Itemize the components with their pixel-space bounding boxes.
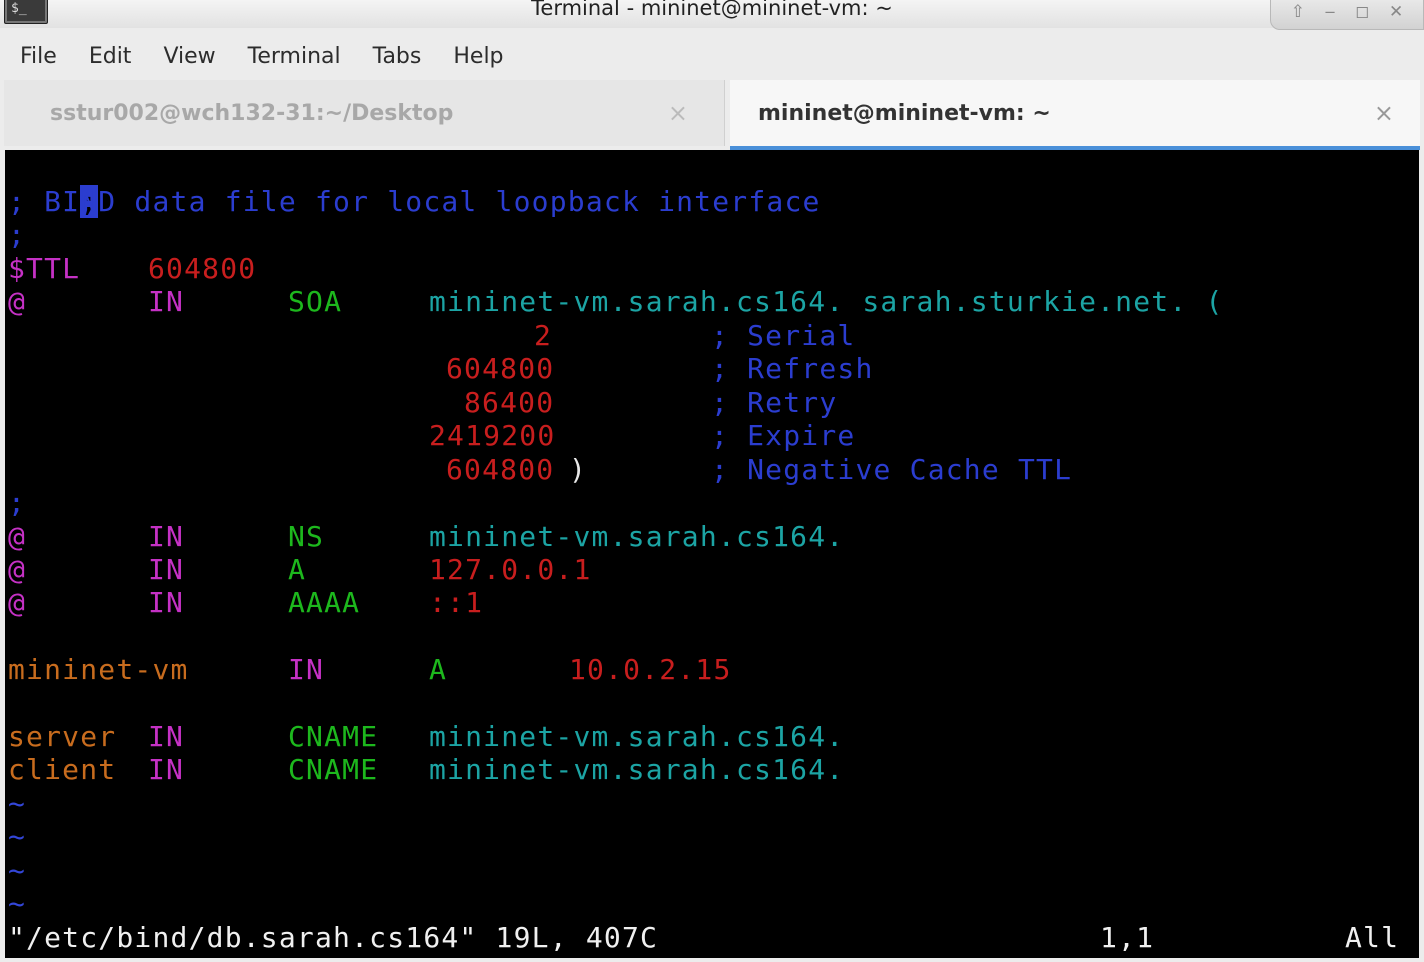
record-type: A xyxy=(429,653,448,686)
record-line: @ IN A 127.0.0.1 xyxy=(8,553,1408,586)
comment-line: ; xyxy=(8,486,27,519)
menu-view[interactable]: View xyxy=(145,44,229,69)
status-file-info: "/etc/bind/db.sarah.cs164" 19L, 407C xyxy=(8,921,659,954)
menu-edit[interactable]: Edit xyxy=(71,44,146,69)
close-tab-icon[interactable]: × xyxy=(668,99,688,127)
tab-bar: sstur002@wch132-31:~/Desktop × mininet@m… xyxy=(4,80,1420,150)
menu-terminal[interactable]: Terminal xyxy=(230,44,355,69)
record-type: NS xyxy=(288,520,325,553)
menu-help[interactable]: Help xyxy=(435,44,517,69)
soa-serial-comment: ; Serial xyxy=(711,319,856,352)
record-value: 127.0.0.1 xyxy=(429,553,592,586)
menu-file[interactable]: File xyxy=(0,44,71,69)
record-class: IN xyxy=(288,653,325,686)
menu-bar: File Edit View Terminal Tabs Help xyxy=(0,34,1424,78)
empty-line-tilde: ~ xyxy=(8,887,27,920)
soa-expire-comment: ; Expire xyxy=(711,419,856,452)
record-name: @ xyxy=(8,520,27,553)
record-name: @ xyxy=(8,553,27,586)
comment-line: ; xyxy=(8,218,27,251)
ttl-line: $TTL 604800 xyxy=(8,252,1408,285)
record-type: CNAME xyxy=(288,720,379,753)
soa-refresh-line: 604800 ; Refresh xyxy=(8,352,1408,385)
record-type: SOA xyxy=(288,285,343,318)
tab-desktop[interactable]: sstur002@wch132-31:~/Desktop × xyxy=(4,80,725,146)
maximize-icon[interactable]: ◻ xyxy=(1355,2,1369,22)
host-record-line: mininet-vm IN A 10.0.2.15 xyxy=(8,653,1408,686)
shade-up-icon[interactable]: ⇧ xyxy=(1291,2,1305,22)
record-value: mininet-vm.sarah.cs164. xyxy=(429,720,845,753)
tab-label: mininet@mininet-vm: ~ xyxy=(758,100,1051,126)
record-type: A xyxy=(288,553,307,586)
record-value: mininet-vm.sarah.cs164. sarah.sturkie.ne… xyxy=(429,285,1224,318)
soa-retry-comment: ; Retry xyxy=(711,386,838,419)
soa-close-paren: ) xyxy=(569,453,588,486)
record-class: IN xyxy=(148,720,185,753)
soa-retry-line: 86400 ; Retry xyxy=(8,386,1408,419)
cname-line: client IN CNAME mininet-vm.sarah.cs164. xyxy=(8,753,1408,786)
tab-mininet[interactable]: mininet@mininet-vm: ~ × xyxy=(730,80,1420,150)
close-tab-icon[interactable]: × xyxy=(1374,99,1394,127)
cname-line: server IN CNAME mininet-vm.sarah.cs164. xyxy=(8,720,1408,753)
record-name: server xyxy=(8,720,117,753)
soa-negative-comment: ; Negative Cache TTL xyxy=(711,453,1073,486)
record-class: IN xyxy=(148,520,185,553)
soa-serial: 2 xyxy=(534,319,553,352)
record-value: mininet-vm.sarah.cs164. xyxy=(429,753,845,786)
soa-expire: 2419200 xyxy=(429,419,556,452)
tab-label: sstur002@wch132-31:~/Desktop xyxy=(50,100,454,126)
record-class: IN xyxy=(148,753,185,786)
empty-line-tilde: ~ xyxy=(8,787,27,820)
status-scroll: All xyxy=(1345,921,1400,954)
record-line: @ IN AAAA ::1 xyxy=(8,586,1408,619)
soa-refresh-comment: ; Refresh xyxy=(711,352,874,385)
soa-retry: 86400 xyxy=(464,386,555,419)
soa-negative: 604800 xyxy=(446,453,555,486)
title-bar: $_ Terminal - mininet@mininet-vm: ~ ⇧ ‒ … xyxy=(0,0,1424,30)
record-line: @ IN NS mininet-vm.sarah.cs164. xyxy=(8,520,1408,553)
window-controls: ⇧ ‒ ◻ ✕ xyxy=(1270,0,1424,30)
close-window-icon[interactable]: ✕ xyxy=(1389,2,1403,22)
soa-serial-line: 2 ; Serial xyxy=(8,319,1408,352)
record-value: 10.0.2.15 xyxy=(569,653,732,686)
terminal-view[interactable]: ; ; BIND data file for local loopback in… xyxy=(5,150,1419,958)
record-type: AAAA xyxy=(288,586,361,619)
record-name: client xyxy=(8,753,117,786)
soa-expire-line: 2419200 ; Expire xyxy=(8,419,1408,452)
soa-line: @ IN SOA mininet-vm.sarah.cs164. sarah.s… xyxy=(8,285,1408,318)
empty-line-tilde: ~ xyxy=(8,854,27,887)
ttl-key: $TTL xyxy=(8,252,81,285)
record-name: @ xyxy=(8,586,27,619)
menu-tabs[interactable]: Tabs xyxy=(355,44,436,69)
editor-line: ; xyxy=(8,152,99,218)
status-cursor-position: 1,1 xyxy=(1100,921,1155,954)
ttl-value: 604800 xyxy=(148,252,257,285)
window-title: Terminal - mininet@mininet-vm: ~ xyxy=(531,0,893,20)
record-type: CNAME xyxy=(288,753,379,786)
record-name: mininet-vm xyxy=(8,653,189,686)
record-name: @ xyxy=(8,285,27,318)
record-value: mininet-vm.sarah.cs164. xyxy=(429,520,845,553)
soa-negative-line: 604800 ) ; Negative Cache TTL xyxy=(8,453,1408,486)
vim-status-line: "/etc/bind/db.sarah.cs164" 19L, 407C 1,1… xyxy=(8,921,1408,954)
record-value: ::1 xyxy=(429,586,484,619)
soa-refresh: 604800 xyxy=(446,352,555,385)
minimize-icon[interactable]: ‒ xyxy=(1325,2,1336,22)
record-class: IN xyxy=(148,285,185,318)
empty-line-tilde: ~ xyxy=(8,820,27,853)
record-class: IN xyxy=(148,586,185,619)
comment-line: ; BIND data file for local loopback inte… xyxy=(8,185,821,218)
record-class: IN xyxy=(148,553,185,586)
